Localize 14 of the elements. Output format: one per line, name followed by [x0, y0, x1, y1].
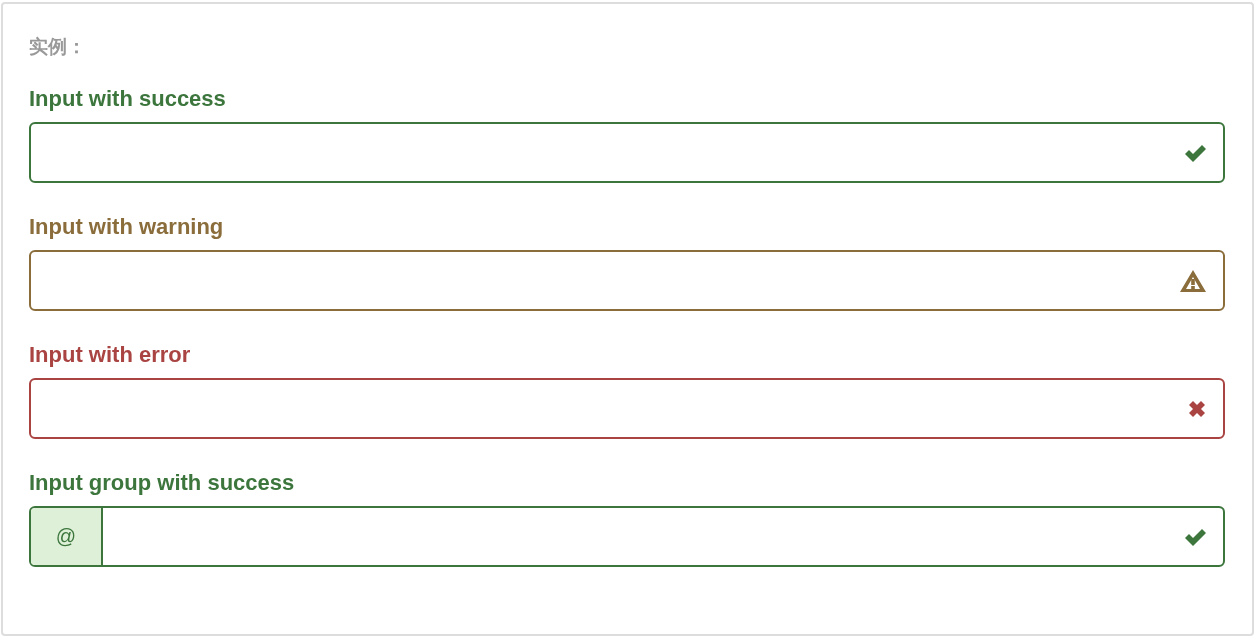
field-label: Input with error	[29, 342, 191, 368]
field-label: Input with warning	[29, 214, 224, 240]
field-label: Input group with success	[29, 470, 295, 496]
input-field[interactable]	[29, 122, 1225, 183]
input-field[interactable]	[29, 378, 1225, 439]
checkmark-icon	[1183, 526, 1207, 547]
close-icon	[1187, 398, 1207, 419]
warning-icon	[1179, 268, 1207, 293]
field-label: Input with success	[29, 86, 226, 112]
input-field[interactable]	[29, 250, 1225, 311]
section-heading: 实例：	[29, 35, 86, 59]
checkmark-icon	[1183, 142, 1207, 163]
input-field[interactable]: @	[29, 506, 1225, 567]
input-addon: @	[31, 508, 103, 565]
